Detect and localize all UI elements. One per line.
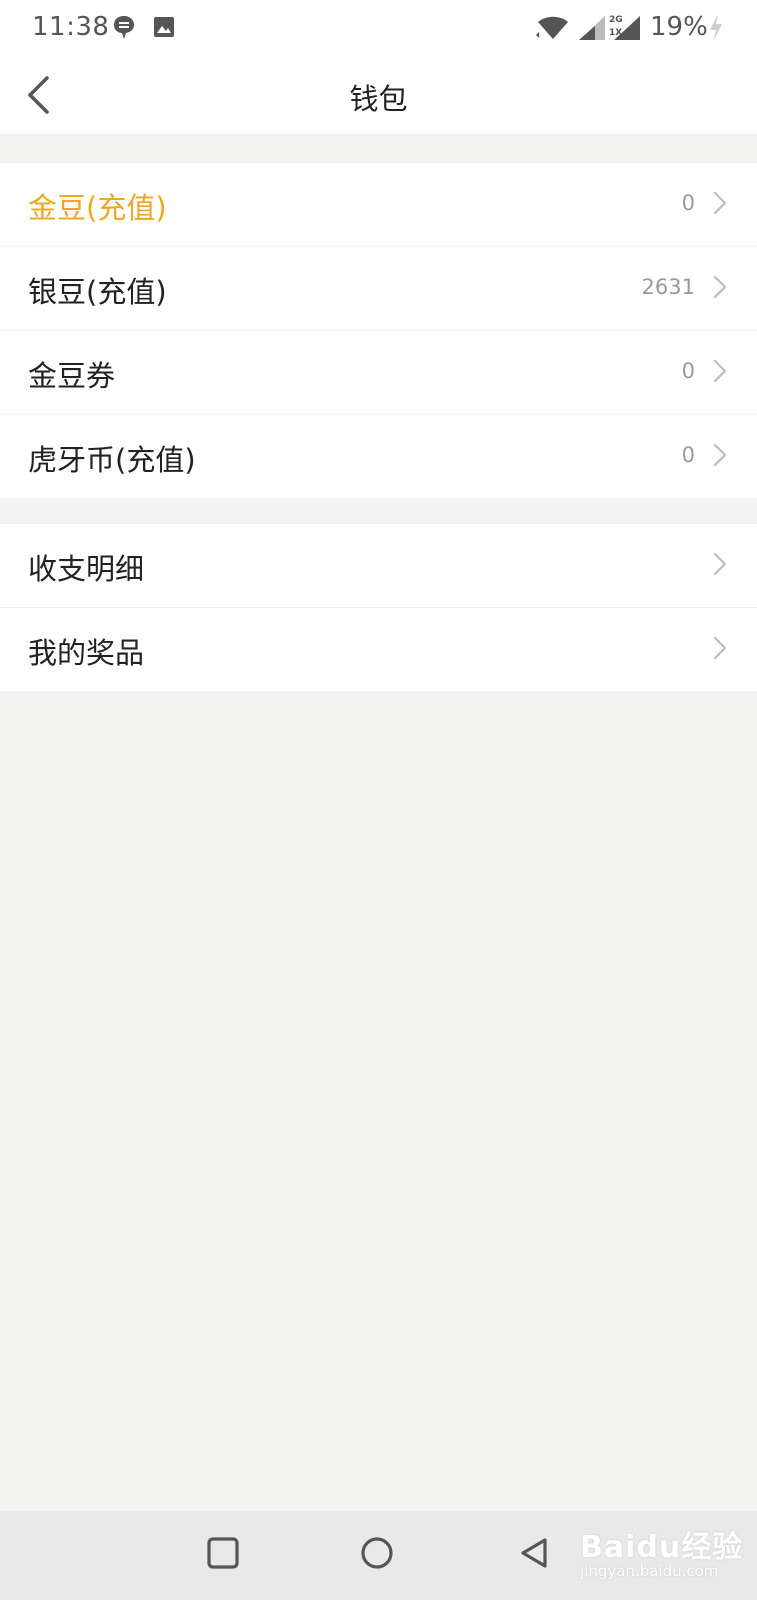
list-item-value: 2631 bbox=[641, 275, 695, 299]
list-item-gold-beans[interactable]: 金豆(充值) 0 bbox=[0, 163, 757, 247]
list-item-my-prizes[interactable]: 我的奖品 bbox=[0, 608, 757, 691]
list-item-label: 虎牙币(充值) bbox=[28, 443, 196, 477]
list-item-value: 0 bbox=[681, 443, 695, 467]
chevron-right-icon bbox=[713, 636, 727, 660]
list-item-label: 银豆(充值) bbox=[28, 275, 167, 309]
list-item-silver-beans[interactable]: 银豆(充值) 2631 bbox=[0, 247, 757, 331]
recent-apps-icon[interactable] bbox=[206, 1536, 240, 1570]
list-item-value: 0 bbox=[681, 359, 695, 383]
image-icon bbox=[154, 17, 174, 37]
status-bar: 11:38 2G 1X 19% bbox=[0, 0, 757, 56]
watermark-url: jingyan.baidu.com bbox=[580, 1562, 719, 1580]
chevron-right-icon bbox=[713, 275, 727, 299]
watermark-logo: Baidu经验 bbox=[580, 1530, 744, 1565]
back-icon[interactable] bbox=[518, 1536, 550, 1570]
list-item-transaction-details[interactable]: 收支明细 bbox=[0, 524, 757, 608]
chevron-right-icon bbox=[713, 191, 727, 215]
battery-percent: 19% bbox=[650, 12, 708, 42]
list-item-value: 0 bbox=[681, 191, 695, 215]
status-time: 11:38 bbox=[32, 12, 110, 42]
chevron-right-icon bbox=[713, 552, 727, 576]
chevron-right-icon bbox=[713, 359, 727, 383]
signal-icon bbox=[579, 16, 605, 40]
list-item-huya-coins[interactable]: 虎牙币(充值) 0 bbox=[0, 415, 757, 498]
wifi-icon bbox=[536, 16, 568, 39]
network-label-2g: 2G bbox=[609, 15, 623, 25]
list-item-gold-bean-coupons[interactable]: 金豆券 0 bbox=[0, 331, 757, 415]
records-list: 收支明细 我的奖品 bbox=[0, 524, 757, 691]
page-title: 钱包 bbox=[349, 82, 408, 116]
home-icon[interactable] bbox=[360, 1536, 394, 1570]
network-label-1x: 1X bbox=[609, 28, 623, 38]
list-item-label: 我的奖品 bbox=[28, 636, 145, 670]
charging-icon bbox=[710, 14, 722, 42]
chat-bubble-icon bbox=[114, 16, 134, 39]
app-header: 钱包 bbox=[0, 56, 757, 135]
list-item-label: 金豆券 bbox=[28, 359, 116, 393]
list-item-label: 金豆(充值) bbox=[28, 191, 167, 225]
wallet-list: 金豆(充值) 0 银豆(充值) 2631 金豆券 0 虎牙币(充值) 0 bbox=[0, 163, 757, 498]
chevron-right-icon bbox=[713, 443, 727, 467]
list-item-label: 收支明细 bbox=[28, 552, 145, 586]
